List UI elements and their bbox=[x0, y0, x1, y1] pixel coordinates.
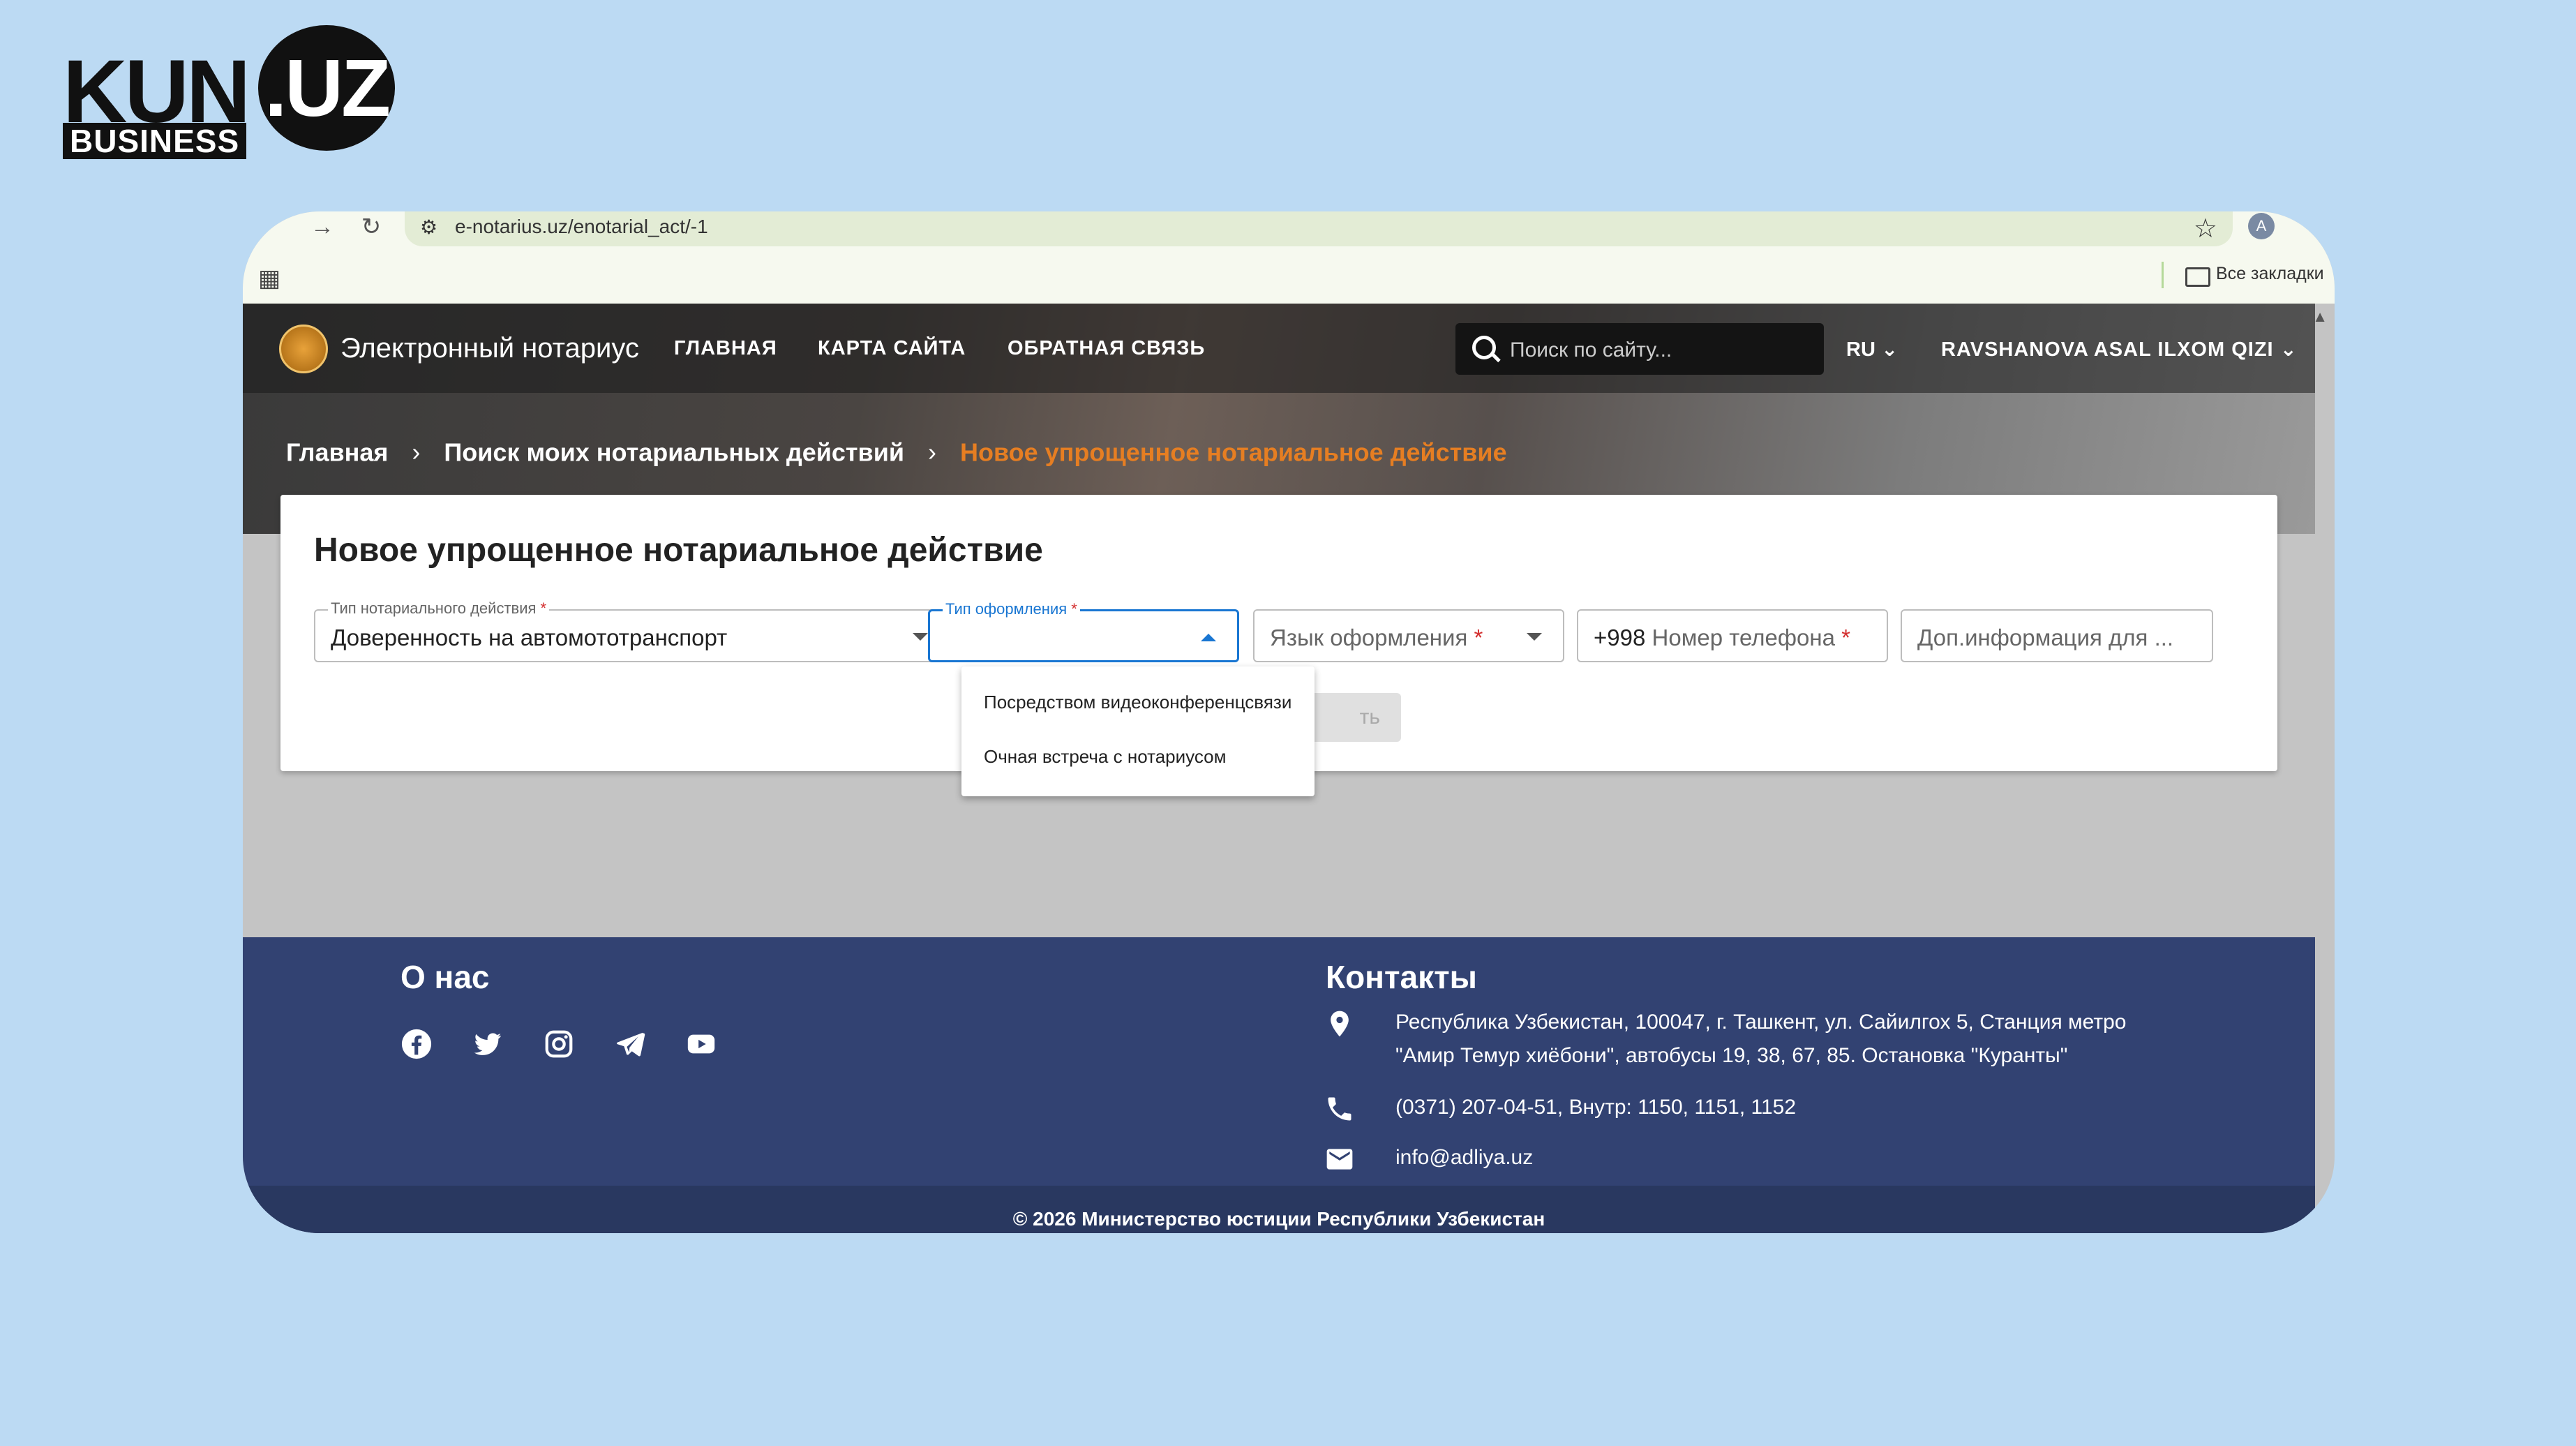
bookmarks-divider bbox=[2162, 262, 2164, 288]
language-select[interactable]: Язык оформления * bbox=[1253, 609, 1564, 662]
notarius-emblem-icon[interactable] bbox=[279, 325, 328, 373]
language-label: RU bbox=[1846, 338, 1875, 361]
nav-home[interactable]: ГЛАВНАЯ bbox=[674, 337, 777, 360]
phone-placeholder: +998 Номер телефона * bbox=[1594, 625, 1850, 651]
format-type-select[interactable]: Тип оформления * bbox=[928, 600, 1239, 662]
required-mark: * bbox=[1841, 625, 1850, 650]
chevron-down-icon: ⌄ bbox=[1880, 338, 1899, 361]
breadcrumb-separator-icon: › bbox=[927, 438, 936, 467]
act-type-select[interactable]: Тип нотариального действия * Доверенност… bbox=[314, 599, 950, 662]
act-type-value: Доверенность на автомототранспорт bbox=[331, 625, 728, 650]
instagram-icon[interactable] bbox=[543, 1028, 575, 1060]
address-line-2: "Амир Темур хиёбони", автобусы 19, 38, 6… bbox=[1395, 1044, 2068, 1067]
format-type-label: Тип оформления * bbox=[943, 600, 1080, 618]
phone-field[interactable]: +998 Номер телефона * bbox=[1577, 609, 1888, 662]
format-type-label-text: Тип оформления bbox=[945, 600, 1068, 618]
language-placeholder-text: Язык оформления bbox=[1270, 625, 1468, 650]
nav-feedback[interactable]: ОБРАТНАЯ СВЯЗЬ bbox=[1008, 337, 1205, 360]
page-title: Новое упрощенное нотариальное действие bbox=[314, 532, 1043, 569]
chevron-down-icon: ⌄ bbox=[2279, 338, 2298, 361]
required-mark: * bbox=[1474, 625, 1483, 650]
contacts-heading: Контакты bbox=[1326, 959, 1477, 995]
location-pin-icon bbox=[1331, 1011, 1349, 1037]
twitter-icon[interactable] bbox=[472, 1028, 504, 1060]
folder-icon bbox=[2185, 267, 2210, 287]
logo-business-label: BUSINESS bbox=[63, 123, 247, 159]
phone-icon bbox=[1328, 1097, 1351, 1121]
user-menu[interactable]: RAVSHANOVA ASAL ILXOM QIZI ⌄ bbox=[1941, 337, 2298, 362]
forward-icon[interactable]: → bbox=[307, 211, 338, 242]
breadcrumb-current: Новое упрощенное нотариальное действие bbox=[959, 438, 1507, 467]
required-mark: * bbox=[1071, 600, 1077, 618]
email-link[interactable]: info@adliya.uz bbox=[1395, 1141, 1533, 1175]
extra-info-field[interactable]: Доп.информация для ... bbox=[1901, 609, 2213, 662]
logo-uz-circle: .UZ bbox=[258, 25, 395, 151]
breadcrumb-separator-icon: › bbox=[412, 438, 421, 467]
telegram-icon[interactable] bbox=[614, 1028, 646, 1060]
language-placeholder: Язык оформления * bbox=[1270, 625, 1483, 651]
bookmark-star-icon[interactable]: ☆ bbox=[2194, 213, 2217, 244]
brand-title[interactable]: Электронный нотариус bbox=[340, 333, 639, 364]
act-type-label: Тип нотариального действия * bbox=[328, 599, 550, 618]
breadcrumb-home[interactable]: Главная bbox=[286, 438, 388, 466]
about-heading: О нас bbox=[400, 959, 490, 995]
facebook-icon[interactable] bbox=[400, 1028, 433, 1060]
url-text: e-notarius.uz/enotarial_act/-1 bbox=[455, 216, 708, 237]
copyright-text: © 2026 Министерство юстиции Республики У… bbox=[1012, 1208, 1545, 1230]
all-bookmarks-link[interactable]: Все закладки bbox=[2216, 264, 2324, 284]
caret-down-icon bbox=[1527, 633, 1542, 641]
nav-sitemap[interactable]: КАРТА САЙТА bbox=[818, 337, 966, 360]
reload-icon[interactable]: ↻ bbox=[356, 211, 387, 242]
breadcrumb: Главная › Поиск моих нотариальных действий… bbox=[286, 436, 1507, 467]
browser-chrome: → ↻ ⚙ e-notarius.uz/enotarial_act/-1 ☆ A… bbox=[243, 211, 2335, 304]
apps-grid-icon[interactable]: ▦ bbox=[258, 264, 280, 292]
kun-uz-business-logo: KUN .UZ BUSINESS bbox=[63, 25, 398, 165]
phone-prefix: +998 bbox=[1594, 625, 1646, 650]
extra-info-placeholder: Доп.информация для ... bbox=[1917, 625, 2174, 650]
profile-avatar[interactable]: A bbox=[2248, 213, 2275, 239]
option-in-person[interactable]: Очная встреча с нотариусом bbox=[984, 746, 1226, 768]
caret-up-icon bbox=[1201, 634, 1216, 641]
site-settings-icon[interactable]: ⚙ bbox=[420, 216, 437, 239]
browser-window: → ↻ ⚙ e-notarius.uz/enotarial_act/-1 ☆ A… bbox=[243, 211, 2335, 1233]
search-icon bbox=[1472, 336, 1496, 359]
format-type-dropdown: Посредством видеоконференцсвязи Очная вс… bbox=[961, 666, 1315, 796]
phone-number: (0371) 207-04-51, Внутр: 1150, 1151, 115… bbox=[1395, 1096, 1797, 1119]
caret-down-icon bbox=[913, 633, 928, 641]
option-videoconference[interactable]: Посредством видеоконференцсвязи bbox=[984, 692, 1291, 713]
breadcrumb-search-acts[interactable]: Поиск моих нотариальных действий bbox=[444, 438, 904, 466]
search-input[interactable]: Поиск по сайту... bbox=[1510, 338, 1672, 362]
youtube-icon[interactable] bbox=[685, 1028, 717, 1060]
address-bar[interactable]: ⚙ e-notarius.uz/enotarial_act/-1 ☆ bbox=[405, 211, 2233, 246]
address-line-1: Республика Узбекистан, 100047, г. Ташкен… bbox=[1395, 1011, 2127, 1034]
top-navbar: Электронный нотариус ГЛАВНАЯ КАРТА САЙТА… bbox=[243, 304, 2315, 393]
act-type-label-text: Тип нотариального действия bbox=[331, 599, 537, 617]
site-search[interactable]: Поиск по сайту... bbox=[1455, 323, 1824, 375]
mail-icon bbox=[1326, 1149, 1353, 1170]
language-selector[interactable]: RU ⌄ bbox=[1846, 337, 1898, 362]
phone-placeholder-text: Номер телефона bbox=[1652, 625, 1835, 650]
required-mark: * bbox=[540, 599, 547, 617]
user-name: RAVSHANOVA ASAL ILXOM QIZI bbox=[1941, 338, 2274, 361]
copyright-bar: © 2026 Министерство юстиции Республики У… bbox=[243, 1186, 2315, 1233]
